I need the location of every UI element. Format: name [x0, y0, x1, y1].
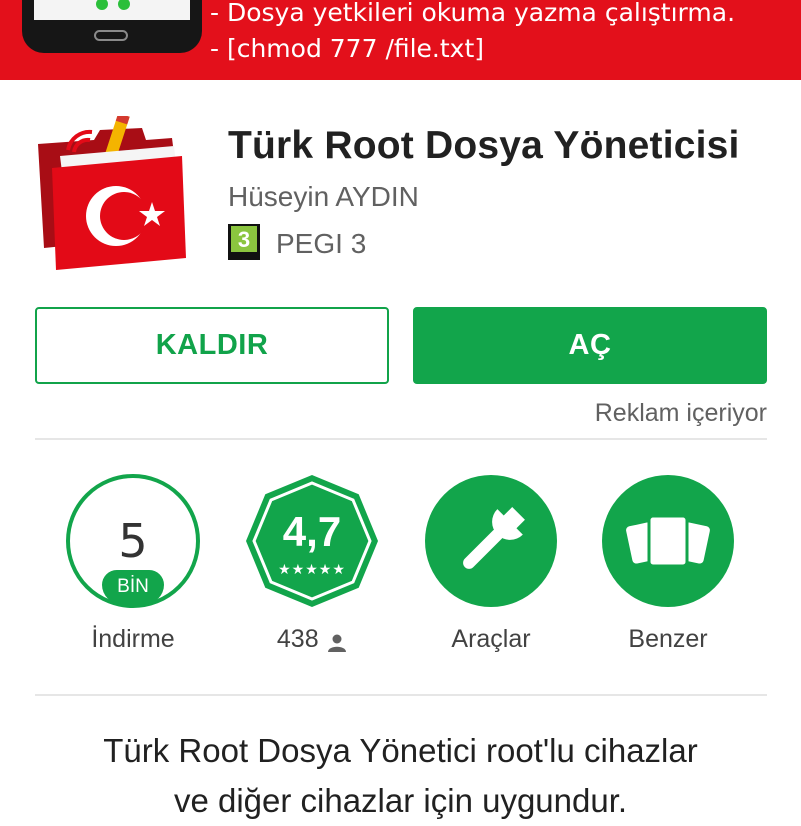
- content-rating-label: PEGI 3: [276, 228, 367, 259]
- app-description[interactable]: Türk Root Dosya Yönetici root'lu cihazla…: [0, 726, 801, 826]
- description-line-1: Türk Root Dosya Yönetici root'lu cihazla…: [103, 732, 698, 769]
- pegi-rating-icon: 3: [228, 224, 260, 260]
- app-title: Türk Root Dosya Yöneticisi: [228, 124, 740, 167]
- wrench-icon: [425, 475, 557, 607]
- similar-label: Benzer: [628, 625, 708, 653]
- similar-stat[interactable]: Benzer: [601, 474, 735, 674]
- downloads-label: İndirme: [91, 625, 175, 653]
- phone-screen: [34, 0, 190, 20]
- downloads-unit: BİN: [102, 570, 164, 604]
- banner-feature-line-2: - [chmod 777 /file.txt]: [210, 34, 485, 63]
- rating-value: 4,7: [282, 508, 342, 555]
- cards-icon: [602, 475, 734, 607]
- developer-name[interactable]: Hüseyin AYDIN: [228, 181, 419, 213]
- divider: [35, 694, 767, 696]
- rating-stars: ★★★★★: [278, 561, 346, 577]
- phone-home-button-illustration: [94, 30, 128, 41]
- divider: [35, 438, 767, 440]
- phone-illustration: [22, 0, 202, 53]
- downloads-stat: 5 BİN İndirme: [66, 474, 200, 674]
- pegi-number: 3: [231, 226, 257, 252]
- category-stat[interactable]: Araçlar: [424, 474, 558, 674]
- contains-ads-notice: Reklam içeriyor: [594, 399, 767, 427]
- rating-stat[interactable]: 4,7 ★★★★★ 438: [245, 474, 379, 674]
- uninstall-button[interactable]: KALDIR: [35, 307, 389, 384]
- downloads-count: 5: [118, 514, 148, 568]
- category-label: Araçlar: [451, 625, 531, 653]
- open-button[interactable]: AÇ: [413, 307, 767, 384]
- rating-count: 438: [276, 625, 319, 653]
- banner-feature-line-1: - Dosya yetkileri okuma yazma çalıştırma…: [210, 0, 736, 27]
- promo-banner: - Dosya yetkileri okuma yazma çalıştırma…: [0, 0, 801, 80]
- app-icon: [34, 113, 190, 272]
- person-icon: [328, 634, 347, 652]
- description-line-2: ve diğer cihazlar için uygundur.: [173, 782, 628, 819]
